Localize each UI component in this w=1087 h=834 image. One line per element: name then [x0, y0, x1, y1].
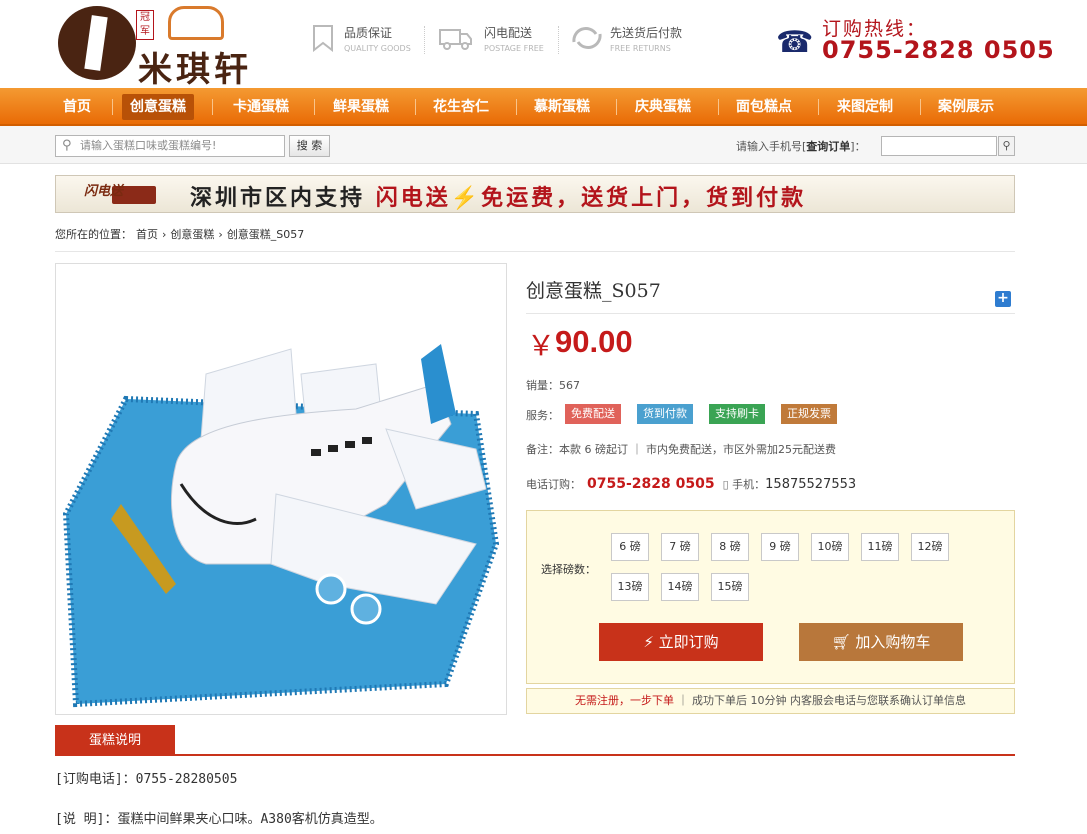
nav-item-custom[interactable]: 来图定制	[829, 94, 901, 120]
banner-badge: 闪电送	[84, 184, 124, 199]
search-placeholder: 请输入蛋糕口味或蛋糕编号!	[80, 139, 217, 152]
tab-description[interactable]: 蛋糕说明	[55, 725, 175, 756]
hotline: ☎ 订购热线： 0755-2828 0505	[776, 14, 1054, 70]
hotline-number[interactable]: 0755-2828 0505	[822, 36, 1055, 64]
weight-option[interactable]: 13磅	[611, 573, 649, 601]
telephone-icon: ☎	[776, 25, 814, 60]
weight-option[interactable]: 14磅	[661, 573, 699, 601]
logo-badge: 冠军	[136, 10, 154, 40]
service-tag: 货到付款	[637, 404, 693, 424]
logo-mark-icon	[58, 6, 136, 80]
share-plus-icon[interactable]: +	[995, 291, 1011, 307]
order-tip: 无需注册，一步下单 ｜ 成功下单后 10分钟 内客服会电话与您联系确认订单信息	[526, 688, 1015, 714]
promise-sub: FREE RETURNS	[610, 44, 671, 53]
breadcrumb-home[interactable]: 首页	[136, 228, 158, 241]
service-tag: 正规发票	[781, 404, 837, 424]
logo-name: 米琪轩	[138, 50, 252, 90]
chevron-right-icon: ›	[162, 228, 167, 241]
service-tag: 支持刷卡	[709, 404, 765, 424]
order-phone-number[interactable]: 0755-2828 0505	[587, 476, 715, 492]
lightning-icon: ⚡	[450, 185, 482, 211]
promise-sub: POSTAGE FREE	[484, 44, 544, 53]
mobile-icon: ▯	[722, 478, 729, 491]
page: 冠军 米琪轩 品质保证 QUALITY GOODS 闪电配送 POSTAGE F…	[0, 0, 1087, 834]
promise-return: 先送货后付款 FREE RETURNS	[570, 22, 700, 58]
promise-title: 闪电配送	[484, 26, 533, 40]
service-tag: 免费配送	[565, 404, 621, 424]
nav-item-creative[interactable]: 创意蛋糕	[122, 94, 194, 120]
description-tabbar: 蛋糕说明	[55, 725, 1015, 756]
order-query-label: 请输入手机号[查询订单]：	[736, 140, 866, 153]
cart-icon: 🛒︎	[831, 633, 856, 651]
weight-option[interactable]: 7 磅	[661, 533, 699, 561]
search-input[interactable]: ⚲ 请输入蛋糕口味或蛋糕编号!	[55, 135, 285, 157]
weight-option[interactable]: 11磅	[861, 533, 899, 561]
nav-item-bread[interactable]: 面包糕点	[728, 94, 800, 120]
buy-now-button[interactable]: ⚡ 立即订购	[599, 623, 763, 661]
chevron-right-icon: ›	[218, 228, 223, 241]
nav-item-cartoon[interactable]: 卡通蛋糕	[225, 94, 297, 120]
weight-option[interactable]: 15磅	[711, 573, 749, 601]
site-header: 冠军 米琪轩 品质保证 QUALITY GOODS 闪电配送 POSTAGE F…	[0, 0, 1087, 90]
site-logo[interactable]: 冠军 米琪轩	[58, 6, 258, 90]
lightning-icon: ⚡	[643, 633, 659, 651]
weight-option[interactable]: 9 磅	[761, 533, 799, 561]
main-nav: 首页 创意蛋糕 卡通蛋糕 鲜果蛋糕 花生杏仁 慕斯蛋糕 庆典蛋糕 面包糕点 来图…	[0, 88, 1087, 126]
breadcrumb-prefix: 您所在的位置：	[55, 228, 132, 241]
order-panel: 选择磅数： 6 磅 7 磅 8 磅 9 磅 10磅 11磅 12磅 13磅 14…	[526, 510, 1015, 684]
product-price: ￥90.00	[527, 324, 633, 362]
search-icon: ⚲	[62, 138, 72, 153]
nav-item-peanut[interactable]: 花生杏仁	[425, 94, 497, 120]
promise-delivery: 闪电配送 POSTAGE FREE	[438, 22, 548, 58]
nav-item-celebration[interactable]: 庆典蛋糕	[627, 94, 699, 120]
breadcrumb: 您所在的位置： 首页 › 创意蛋糕 › 创意蛋糕_S057	[55, 226, 308, 242]
order-search-button[interactable]: ⚲	[998, 136, 1015, 156]
nav-item-cases[interactable]: 案例展示	[930, 94, 1002, 120]
nav-item-fruit[interactable]: 鲜果蛋糕	[325, 94, 397, 120]
truck-icon	[438, 24, 472, 54]
promise-title: 先送货后付款	[610, 26, 683, 40]
bookmark-icon	[308, 24, 338, 54]
search-button[interactable]: 搜 索	[289, 135, 330, 157]
nav-item-home[interactable]: 首页	[55, 94, 99, 120]
chef-hat-icon	[168, 6, 224, 40]
banner-text: 深圳市区内支持 闪电送⚡免运费，送货上门，货到付款	[190, 185, 807, 211]
weight-option[interactable]: 10磅	[811, 533, 849, 561]
return-icon	[570, 24, 602, 54]
add-to-cart-button[interactable]: 🛒︎ 加入购物车	[799, 623, 963, 661]
order-note: 备注：本款 6 磅起订 ｜ 市内免费配送，市区外需加25元配送费	[526, 443, 836, 456]
order-phone-input[interactable]	[881, 136, 997, 156]
weight-option[interactable]: 6 磅	[611, 533, 649, 561]
sales-count: 销量：567	[526, 379, 580, 392]
promise-title: 品质保证	[344, 26, 393, 40]
promise-quality: 品质保证 QUALITY GOODS	[308, 22, 418, 58]
phone-order: 电话订购： 0755-2828 0505 ▯ 手机：15875527553	[526, 476, 857, 492]
breadcrumb-category[interactable]: 创意蛋糕	[170, 228, 214, 241]
breadcrumb-current: 创意蛋糕_S057	[226, 228, 305, 241]
promise-sub: QUALITY GOODS	[344, 44, 411, 53]
nav-item-mousse[interactable]: 慕斯蛋糕	[526, 94, 598, 120]
product-title: 创意蛋糕_S057	[526, 280, 661, 302]
description-text: [说 明]：蛋糕中间鲜果夹心口味。A380客机仿真造型。	[55, 812, 383, 827]
description-phone: [订购电话]：0755-28280505	[55, 772, 238, 787]
weight-label: 选择磅数：	[541, 563, 596, 576]
product-image[interactable]	[55, 263, 507, 715]
weight-option[interactable]: 8 磅	[711, 533, 749, 561]
search-bar: ⚲ 请输入蛋糕口味或蛋糕编号! 搜 索 请输入手机号[查询订单]： ⚲	[0, 126, 1087, 164]
delivery-banner[interactable]: 闪电送 深圳市区内支持 闪电送⚡免运费，送货上门，货到付款	[55, 175, 1015, 213]
weight-option[interactable]: 12磅	[911, 533, 949, 561]
mobile-number[interactable]: 15875527553	[765, 477, 856, 492]
